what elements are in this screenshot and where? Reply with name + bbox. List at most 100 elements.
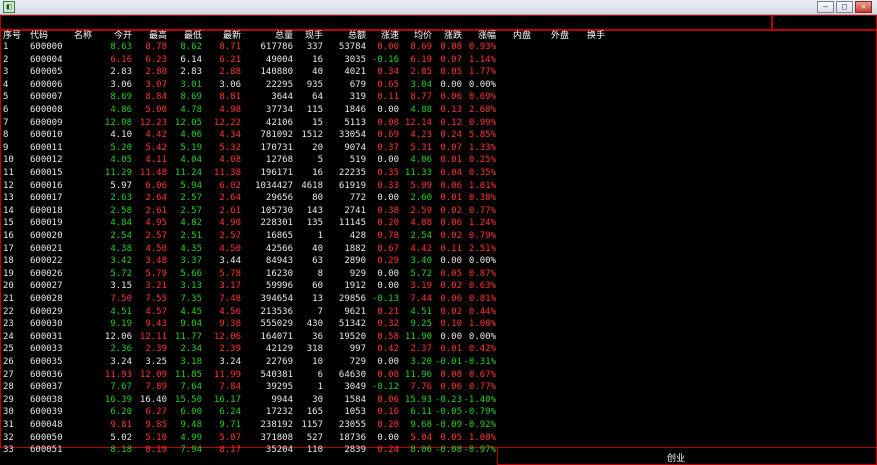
table-row[interactable]: 9 600011 5.20 5.42 5.19 5.32 170731 20 9074 0.37 5… xyxy=(0,143,500,154)
table-row[interactable]: 20 600027 3.15 3.21 3.13 3.17 59996 60 1912 0.00 3… xyxy=(0,281,500,292)
column-header[interactable]: 换手 xyxy=(587,31,611,42)
table-cell: 4.86 xyxy=(110,105,132,115)
table-row[interactable]: 2 600004 6.16 6.23 6.14 6.21 49004 16 3035 -0.16 6… xyxy=(0,55,500,66)
table-row[interactable]: 18 600022 3.42 3.48 3.37 3.44 84943 63 2890 0.29 3… xyxy=(0,256,500,267)
table-row[interactable]: 4 600006 3.06 3.07 3.01 3.06 22295 935 679 0.65 3.… xyxy=(0,80,500,91)
column-header[interactable]: 最低 xyxy=(170,31,202,42)
table-row[interactable]: 5 600007 8.69 8.84 8.69 8.81 3644 64 319 0.11 8.77… xyxy=(0,92,500,103)
table-cell: 0.00 xyxy=(377,155,399,166)
table-row[interactable]: 24 600031 12.06 12.11 11.77 12.06 164071 36 1952… xyxy=(0,332,500,343)
table-row[interactable]: 8 600010 4.10 4.42 4.06 4.34 781092 1512 33054 0.… xyxy=(0,130,500,141)
table-row[interactable]: 31 600048 9.81 9.85 9.48 9.71 238192 1157 23055 0… xyxy=(0,420,500,431)
table-cell: 7.50 xyxy=(110,294,132,304)
table-cell: 0.12 xyxy=(440,117,462,128)
table-row[interactable]: 19 600026 5.72 5.79 5.66 5.78 16230 8 929 0.00 5.7… xyxy=(0,269,500,280)
column-header[interactable]: 均价 xyxy=(400,31,432,42)
table-row[interactable]: 11 600015 11.29 11.48 11.24 11.38 196171 16 2223… xyxy=(0,168,500,179)
table-cell: 13 xyxy=(312,294,323,304)
table-cell: 4.06 xyxy=(180,130,202,141)
table-cell: 5.97 xyxy=(110,180,132,191)
table-cell: 600051 xyxy=(30,445,63,456)
table-cell: 2.60 xyxy=(410,193,432,204)
column-header[interactable]: 最高 xyxy=(135,31,167,42)
table-cell: 12.14 xyxy=(404,117,432,128)
table-row[interactable]: 3 600005 2.83 2.88 2.83 2.88 140880 40 4021 0.34 2… xyxy=(0,67,500,78)
table-cell: 0.02 xyxy=(440,281,462,292)
table-cell: 2890 xyxy=(344,256,366,267)
table-cell: 600009 xyxy=(30,117,63,128)
column-header[interactable]: 代码 xyxy=(30,31,68,42)
table-row[interactable]: 7 600009 12.08 12.23 12.05 12.22 42106 15 5113 0.… xyxy=(0,118,500,129)
table-cell: 0.69% xyxy=(468,92,496,103)
table-cell: 4.42 xyxy=(145,130,167,141)
table-row[interactable]: 14 600018 2.58 2.61 2.57 2.61 105730 143 2741 0.3… xyxy=(0,206,500,217)
table-row[interactable]: 25 600033 2.36 2.39 2.34 2.39 42129 318 997 0.42 2… xyxy=(0,344,500,355)
table-cell: 3.44 xyxy=(219,256,241,267)
table-cell: 49004 xyxy=(265,54,293,65)
table-row[interactable]: 26 600035 3.24 3.25 3.18 3.24 22769 10 729 0.00 3.… xyxy=(0,357,500,368)
column-header[interactable]: 现手 xyxy=(293,31,323,42)
table-cell: 2.85 xyxy=(410,67,432,78)
table-row[interactable]: 12 600016 5.97 6.06 5.94 6.02 1034427 4618 61919… xyxy=(0,181,500,192)
minimize-button[interactable]: – xyxy=(817,1,834,13)
table-row[interactable]: 15 600019 4.84 4.95 4.82 4.90 228301 135 11145 0.… xyxy=(0,218,500,229)
table-cell: 40 xyxy=(312,67,323,78)
table-row[interactable]: 32 600050 5.02 5.10 4.99 5.07 371808 527 18736 0.… xyxy=(0,433,500,444)
table-cell: 9621 xyxy=(344,306,366,317)
column-header[interactable]: 外盘 xyxy=(551,31,575,42)
table-cell: 59996 xyxy=(265,281,293,292)
table-cell: 8.69 xyxy=(180,92,202,103)
column-header[interactable]: 涨幅 xyxy=(460,31,496,42)
table-cell: 0.00 xyxy=(440,79,462,90)
table-cell: 12.06 xyxy=(213,331,241,342)
table-cell: 929 xyxy=(349,268,366,279)
maximize-button[interactable]: □ xyxy=(836,1,853,13)
table-cell: 3.25 xyxy=(145,357,167,367)
table-cell: 7.94 xyxy=(180,445,202,456)
table-cell: 16 xyxy=(312,54,323,65)
table-cell: 4.57 xyxy=(145,306,167,317)
table-cell: 0.20 xyxy=(377,218,399,229)
column-header[interactable]: 总量 xyxy=(243,31,293,42)
table-cell: 0.34 xyxy=(377,67,399,78)
column-header[interactable]: 总额 xyxy=(323,31,366,42)
table-cell: -0.13 xyxy=(371,294,399,304)
table-row[interactable]: 29 600038 16.39 16.40 15.50 16.17 9944 30 1584 0.… xyxy=(0,395,500,406)
table-row[interactable]: 27 600036 11.93 12.09 11.85 11.99 540381 6 64630… xyxy=(0,370,500,381)
table-cell: 11.48 xyxy=(139,168,167,178)
table-cell: 2.64 xyxy=(219,193,241,204)
table-cell: 0.04 xyxy=(440,168,462,178)
bottom-tab-chuangye[interactable]: 创业 xyxy=(667,451,685,464)
table-cell: 16 xyxy=(3,231,14,241)
table-cell: 5.04 xyxy=(410,432,432,443)
table-cell: 1.33% xyxy=(468,142,496,153)
column-header[interactable]: 内盘 xyxy=(513,31,537,42)
column-header[interactable]: 序号 xyxy=(3,31,23,42)
table-cell: 600030 xyxy=(30,319,63,330)
table-cell: 540381 xyxy=(260,369,293,380)
table-row[interactable]: 17 600021 4.38 4.50 4.35 4.50 42566 40 1882 0.67 4… xyxy=(0,244,500,255)
table-row[interactable]: 23 600030 9.19 9.43 9.04 9.38 555029 430 51342 0.… xyxy=(0,319,500,330)
column-header[interactable]: 涨跌 xyxy=(432,31,462,42)
column-header[interactable]: 最新 xyxy=(205,31,241,42)
table-row[interactable]: 33 600051 8.18 8.19 7.94 8.17 35204 110 2839 0.24… xyxy=(0,445,500,456)
close-button[interactable]: ✕ xyxy=(855,1,872,13)
table-cell: 21 xyxy=(3,294,14,304)
column-header[interactable]: 涨速 xyxy=(365,31,399,42)
table-row[interactable]: 28 600037 7.67 7.89 7.64 7.84 39295 1 3049 -0.12 7… xyxy=(0,382,500,393)
table-cell: 600029 xyxy=(30,306,63,317)
table-row[interactable]: 1 600000 8.63 8.78 8.62 8.71 617786 337 53784 0.0… xyxy=(0,42,500,53)
table-cell: 4 xyxy=(3,79,9,90)
column-header[interactable]: 今开 xyxy=(100,31,132,42)
table-row[interactable]: 6 600008 4.86 5.00 4.78 4.98 37734 115 1846 0.00 4… xyxy=(0,105,500,116)
table-row[interactable]: 10 600012 4.05 4.11 4.04 4.08 12768 5 519 0.00 4.0… xyxy=(0,155,500,166)
table-row[interactable]: 22 600029 4.51 4.57 4.45 4.56 213536 7 9621 0.21 4… xyxy=(0,307,500,318)
table-cell: 7.55 xyxy=(145,294,167,304)
table-row[interactable]: 30 600039 6.20 6.27 6.00 6.24 17232 165 1053 0.16… xyxy=(0,407,500,418)
table-cell: 15.50 xyxy=(174,394,202,405)
table-cell: 19520 xyxy=(338,331,366,342)
table-row[interactable]: 13 600017 2.63 2.64 2.57 2.64 29656 80 772 0.00 2.… xyxy=(0,193,500,204)
table-row[interactable]: 16 600020 2.54 2.57 2.51 2.57 16865 1 428 0.78 2.5… xyxy=(0,231,500,242)
table-cell: 165 xyxy=(306,407,323,418)
table-row[interactable]: 21 600028 7.50 7.55 7.35 7.48 394654 13 29856 -0.… xyxy=(0,294,500,305)
